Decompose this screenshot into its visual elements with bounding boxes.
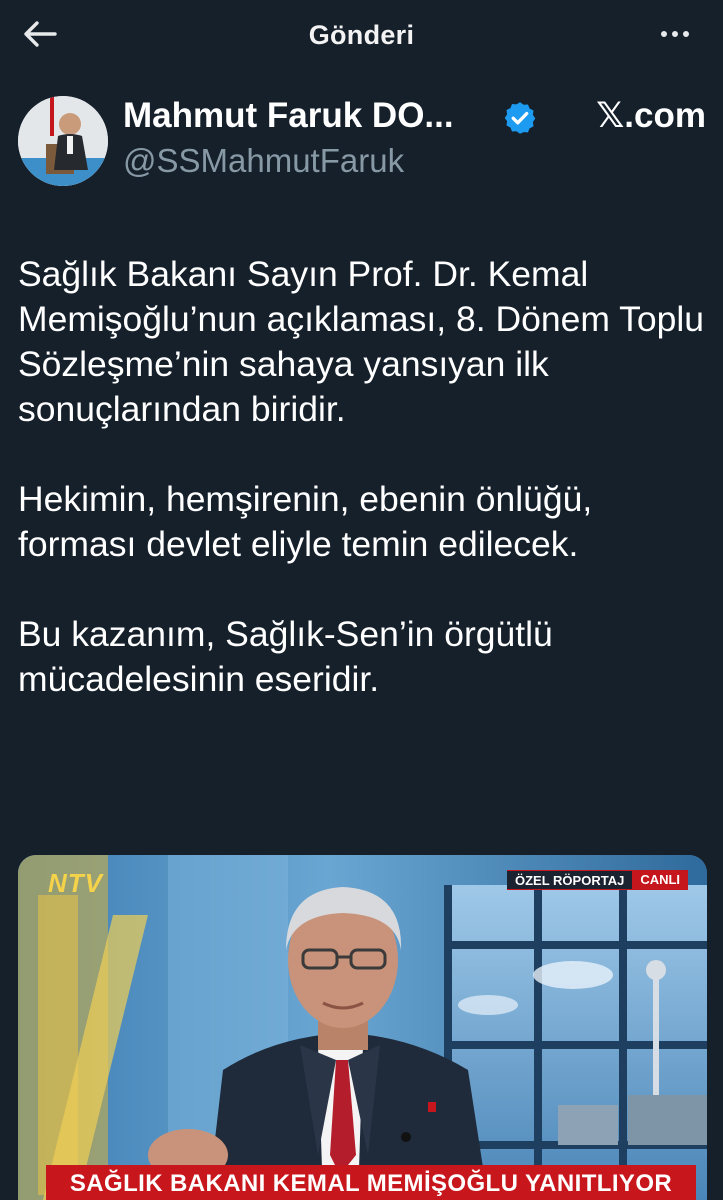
page-title: Gönderi <box>308 19 415 50</box>
top-bar: Gönderi <box>0 0 723 70</box>
tweet-paragraph: Hekimin, hemşirenin, ebenin önlüğü, form… <box>18 479 593 564</box>
tweet-author: Mahmut Faruk DO... @SSMahmutFaruk 𝕏.com <box>18 96 708 186</box>
lower-third-banner: SAĞLIK BAKANI KEMAL MEMİŞOĞLU YANITLIYOR <box>46 1165 696 1200</box>
tweet-media-image[interactable]: NTV ÖZEL RÖPORTAJ CANLI SAĞLIK BAKANI KE… <box>18 855 707 1200</box>
lower-third-text: SAĞLIK BAKANI KEMAL MEMİŞOĞLU YANITLIYOR <box>69 1170 673 1197</box>
verified-badge-icon <box>504 102 536 134</box>
arrow-left-icon <box>24 21 57 47</box>
broadcast-tags: ÖZEL RÖPORTAJ CANLI <box>507 870 689 890</box>
special-interview-tag: ÖZEL RÖPORTAJ <box>507 870 633 890</box>
tweet-paragraph: Bu kazanım, Sağlık-Sen’in örgütlü mücade… <box>18 614 553 699</box>
author-name[interactable]: Mahmut Faruk DO... <box>123 96 454 136</box>
author-handle[interactable]: @SSMahmutFaruk <box>123 142 404 180</box>
more-dots-icon <box>661 31 667 37</box>
avatar[interactable] <box>18 96 108 186</box>
more-options-button[interactable] <box>653 18 697 50</box>
source-label: 𝕏.com <box>596 96 706 135</box>
interview-scene-image <box>18 855 707 1200</box>
live-badge: CANLI <box>632 870 689 890</box>
tweet-text: Sağlık Bakanı Sayın Prof. Dr. Kemal Memi… <box>18 252 708 702</box>
channel-logo: NTV <box>48 868 103 898</box>
tweet-paragraph: Sağlık Bakanı Sayın Prof. Dr. Kemal Memi… <box>18 254 705 429</box>
back-button[interactable] <box>20 14 60 54</box>
